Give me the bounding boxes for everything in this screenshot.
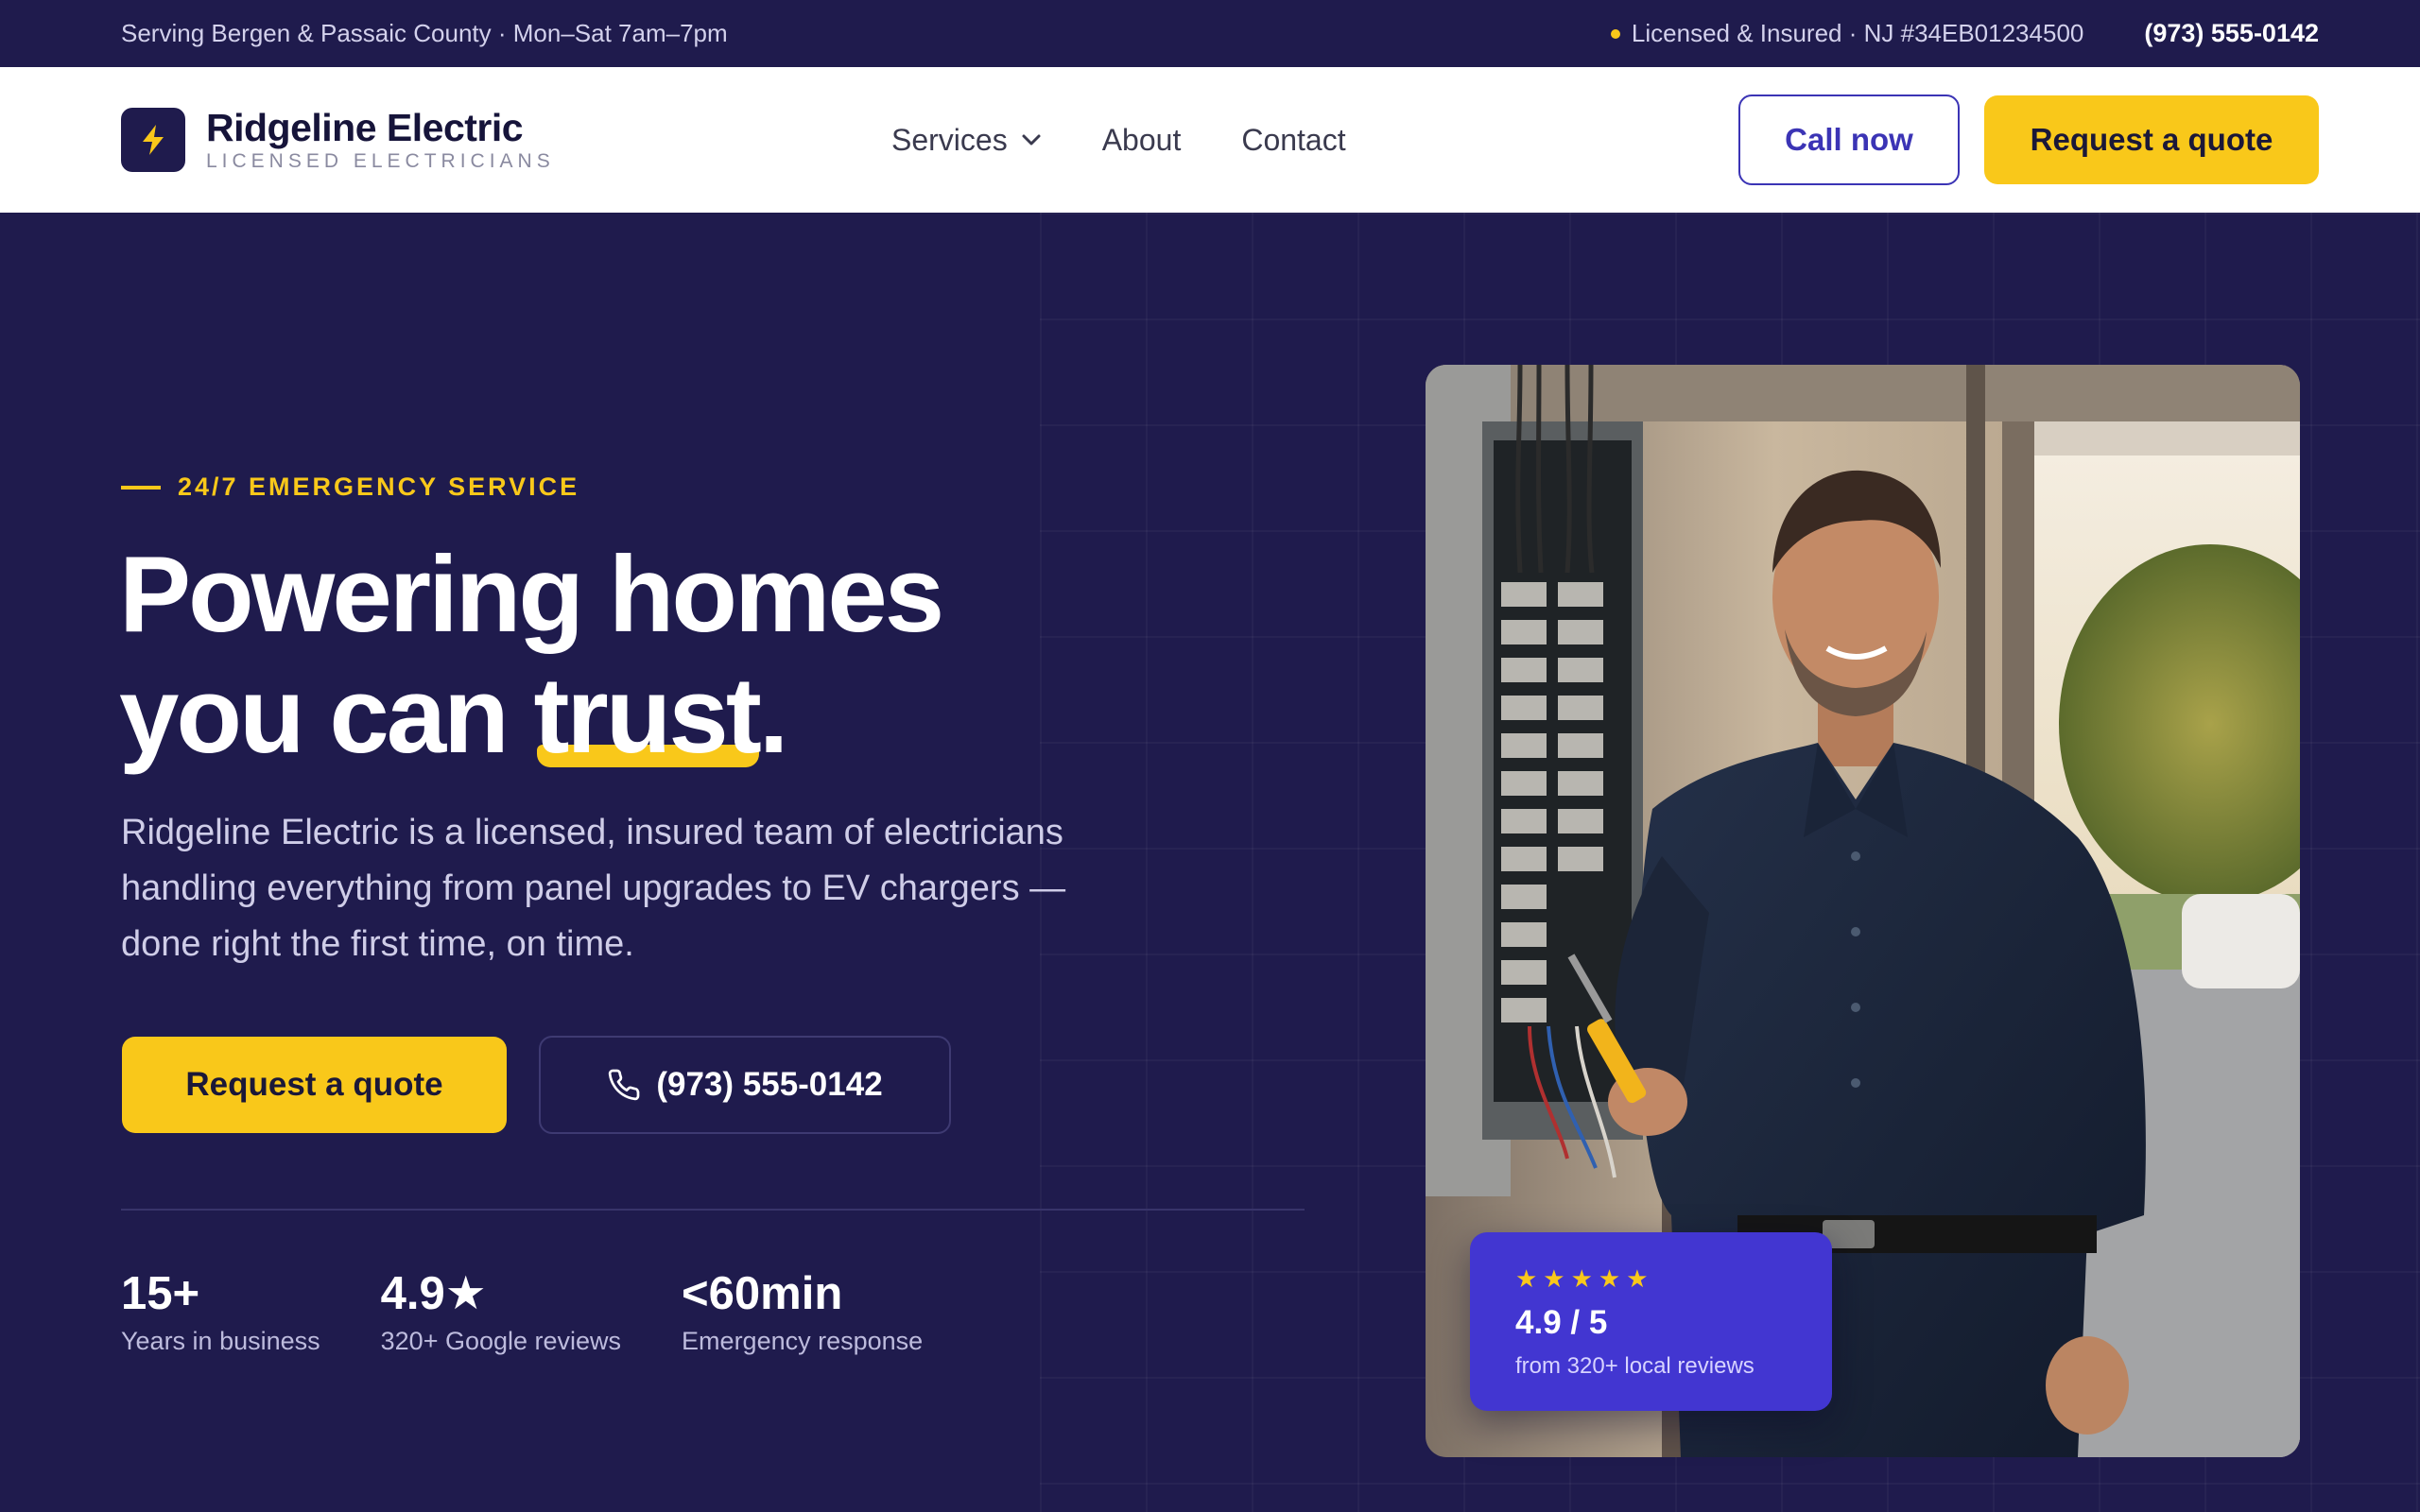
hero-eyebrow: 24/7 EMERGENCY SERVICE: [121, 472, 579, 502]
hero-request-quote-button[interactable]: Request a quote: [122, 1037, 507, 1133]
service-area-text: Serving Bergen & Passaic County · Mon–Sa…: [121, 19, 728, 47]
headline-highlight: trust: [533, 656, 761, 776]
nav-services-dropdown[interactable]: Services: [891, 123, 1042, 158]
hero-phone-label: (973) 555-0142: [656, 1066, 883, 1103]
hero-stats: 15+ Years in business 4.9★ 320+ Google r…: [121, 1266, 983, 1356]
eyebrow-text: 24/7 EMERGENCY SERVICE: [178, 472, 580, 501]
brand-logo-link[interactable]: Ridgeline Electric LICENSED ELECTRICIANS: [121, 107, 891, 173]
nav-request-quote-button[interactable]: Request a quote: [1984, 95, 2319, 184]
stat-value: 4.9★: [380, 1268, 487, 1319]
nav-actions: Call now Request a quote: [1738, 94, 2319, 185]
brand-text: Ridgeline Electric LICENSED ELECTRICIANS: [206, 107, 555, 173]
license-text: Licensed & Insured · NJ #34EB01234500: [1631, 19, 2084, 47]
status-dot-icon: [1610, 28, 1620, 39]
headline-period: .: [758, 656, 789, 776]
brand-tagline: LICENSED ELECTRICIANS: [206, 150, 555, 172]
nav-links: Services About Contact: [891, 123, 1346, 158]
brand-name: Ridgeline Electric: [206, 106, 524, 149]
headline-line-2-prefix: you can: [119, 656, 534, 776]
topbar-right: Licensed & Insured · NJ #34EB01234500 (9…: [1610, 19, 2319, 48]
hero-headline: Powering homes you can trust.: [119, 535, 944, 777]
hero-subcopy: Ridgeline Electric is a licensed, insure…: [121, 813, 1066, 964]
eyebrow-line: [121, 485, 161, 490]
star-rating-icon: ★★★★★: [1515, 1264, 1654, 1293]
rating-value: 4.9 / 5: [1515, 1304, 1608, 1341]
chevron-down-icon: [1022, 134, 1041, 146]
stat-response: <60min Emergency response: [682, 1266, 923, 1356]
stat-reviews: 4.9★ 320+ Google reviews: [381, 1266, 621, 1356]
stat-label: Years in business: [121, 1327, 320, 1355]
call-now-button[interactable]: Call now: [1738, 94, 1960, 185]
lightning-bolt-icon: [121, 108, 185, 172]
rating-card: ★★★★★ 4.9 / 5 from 320+ local reviews: [1470, 1232, 1832, 1411]
stat-years: 15+ Years in business: [121, 1266, 320, 1356]
top-utility-bar: Serving Bergen & Passaic County · Mon–Sa…: [0, 0, 2420, 67]
hero-phone-button[interactable]: (973) 555-0142: [539, 1036, 951, 1134]
main-navbar: Ridgeline Electric LICENSED ELECTRICIANS…: [0, 67, 2420, 213]
topbar-phone-link[interactable]: (973) 555-0142: [2144, 19, 2319, 48]
stat-label: Emergency response: [682, 1327, 924, 1355]
nav-about-link[interactable]: About: [1102, 123, 1182, 158]
nav-contact-link[interactable]: Contact: [1241, 123, 1345, 158]
headline-line-1: Powering homes: [119, 535, 944, 655]
stat-value: 15+: [121, 1268, 200, 1319]
hero-divider: [121, 1209, 1305, 1211]
stat-label: 320+ Google reviews: [380, 1327, 622, 1355]
stat-value: <60min: [682, 1268, 843, 1319]
rating-subtext: from 320+ local reviews: [1515, 1353, 1754, 1379]
phone-icon: [609, 1069, 640, 1101]
nav-services-label: Services: [891, 122, 1008, 157]
